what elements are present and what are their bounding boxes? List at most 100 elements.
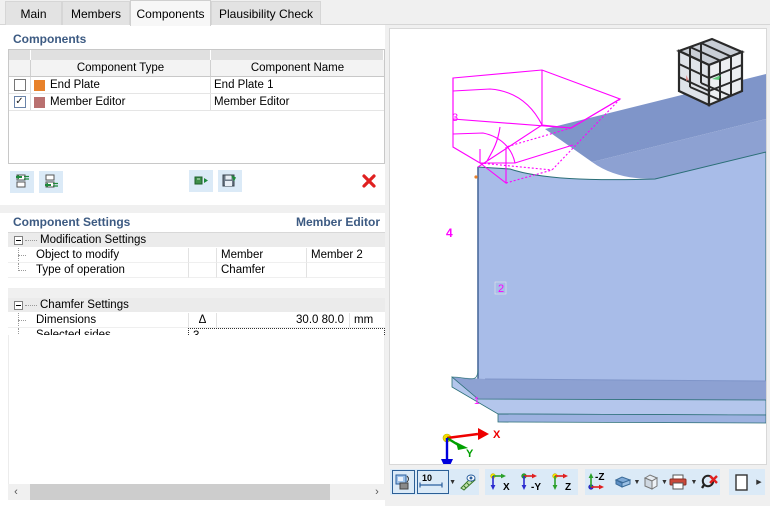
cell-component-type[interactable]: End Plate [31, 77, 211, 93]
component-settings-title: Component Settings [13, 214, 131, 229]
svg-text:-Y: -Y [531, 482, 541, 493]
coordinate-axes-indicator: X Y [441, 428, 501, 464]
view-cube-gizmo[interactable] [676, 37, 745, 107]
save-icon [222, 174, 236, 187]
display-properties-caret[interactable]: ▼ [634, 470, 641, 494]
view-in-z-button[interactable]: Z [547, 470, 578, 494]
insert-below-icon [45, 174, 58, 188]
tab-plausibility-check[interactable]: Plausibility Check [211, 1, 321, 25]
node-label-2: 2 [498, 283, 504, 295]
panel-toggle-icon [734, 473, 748, 491]
toggle-panel-button[interactable] [729, 470, 755, 494]
column-header-component-name[interactable]: Component Name [211, 60, 384, 77]
toggle-panel-caret[interactable]: ▶ [755, 470, 763, 494]
components-table-empty-area[interactable] [9, 111, 384, 163]
insert-component-before-button[interactable] [10, 171, 34, 193]
table-row[interactable]: ✓ Member Editor Member Editor [9, 94, 384, 111]
render-mode-button[interactable] [392, 470, 416, 494]
cell-component-name[interactable]: End Plate 1 [211, 77, 384, 93]
svg-text:Z: Z [565, 482, 571, 493]
scale-10-icon: 10 [419, 473, 443, 488]
tab-main[interactable]: Main [5, 1, 62, 25]
row-symbol-delta: Δ [188, 313, 216, 328]
tree-dots [25, 239, 37, 241]
left-panel: Components Component Type Component Name [0, 25, 385, 506]
view-in-x-button[interactable]: X [485, 470, 516, 494]
row-value-dimensions[interactable]: 30.0 80.0 [216, 313, 349, 328]
collapse-expander-icon[interactable] [14, 300, 23, 310]
components-section-title: Components [13, 31, 87, 46]
color-swatch-icon [34, 79, 45, 91]
view-in-negative-y-button[interactable]: -Y [516, 470, 547, 494]
group-header-cell-2 [211, 50, 384, 60]
settings-row-object-to-modify[interactable]: Object to modify Member Member 2 [8, 248, 385, 263]
scroll-right-arrow-icon[interactable]: › [369, 484, 385, 500]
print-caret[interactable]: ▼ [688, 470, 699, 494]
cube-wire-icon [643, 474, 658, 490]
member-web-face [477, 151, 766, 401]
settings-row-dimensions[interactable]: Dimensions Δ 30.0 80.0 mm [8, 313, 385, 328]
measure-button[interactable] [456, 470, 479, 494]
column-header-component-type[interactable]: Component Type [31, 60, 211, 77]
insert-component-after-button[interactable] [39, 171, 63, 193]
column-header-checkbox[interactable] [9, 60, 31, 77]
3d-model-scene: 3 4 2 1 X Y [441, 37, 766, 464]
row-checkbox-cell[interactable] [9, 77, 31, 93]
checkbox-member-editor[interactable]: ✓ [13, 96, 26, 108]
collapse-expander-icon[interactable] [14, 235, 23, 245]
row-label: Object to modify [36, 249, 120, 261]
row-symbol-cell [188, 248, 216, 263]
component-settings-header: Component Settings Member Editor [8, 213, 385, 230]
clear-selection-button[interactable] [699, 470, 720, 494]
svg-text:10: 10 [422, 473, 432, 483]
tab-members[interactable]: Members [62, 1, 130, 25]
axis-x-icon: X [489, 473, 510, 493]
component-type-label: Member Editor [50, 96, 126, 108]
3d-viewport[interactable]: 3 4 2 1 X Y [389, 28, 767, 465]
printer-icon [669, 474, 687, 490]
wireframe-view-button[interactable] [640, 470, 661, 494]
component-type-label: End Plate [50, 79, 100, 91]
row-label-cell: Dimensions [8, 313, 188, 328]
table-row[interactable]: End Plate End Plate 1 [9, 77, 384, 94]
row-value-empty[interactable] [306, 263, 385, 278]
zoom-scale-button[interactable]: 10 [417, 470, 450, 494]
viewport-toolbar: 10 ▼ X -Y Z -Z ▼ ▼ ▼ ▶ [389, 466, 767, 498]
layers-icon [615, 476, 632, 488]
display-properties-button[interactable] [613, 470, 634, 494]
row-checkbox-cell[interactable]: ✓ [9, 94, 31, 110]
row-value-operation[interactable]: Chamfer [216, 263, 306, 278]
delete-component-button[interactable] [357, 170, 381, 192]
row-value-object-type[interactable]: Member [216, 248, 306, 263]
settings-group-chamfer[interactable]: Chamfer Settings [8, 298, 385, 313]
checkbox-end-plate[interactable] [13, 79, 26, 91]
axis-label-y: Y [466, 448, 474, 460]
horizontal-scrollbar[interactable]: ‹ › [8, 484, 385, 500]
import-component-button[interactable] [189, 170, 213, 192]
settings-empty-area[interactable] [8, 335, 385, 495]
row-label: Type of operation [36, 264, 125, 276]
scroll-left-arrow-icon[interactable]: ‹ [8, 484, 24, 500]
axis-neg-z-icon: -Z [588, 472, 604, 490]
view-in-negative-z-button[interactable]: -Z [585, 470, 613, 494]
bottom-fillet-curve [451, 368, 479, 380]
row-value-object-name[interactable]: Member 2 [306, 248, 385, 263]
tab-components[interactable]: Components [130, 0, 211, 26]
settings-row-type-of-operation[interactable]: Type of operation Chamfer [8, 263, 385, 278]
color-swatch-icon [34, 96, 45, 108]
cell-component-name[interactable]: Member Editor [211, 94, 384, 110]
viewport-toolbar-group-display: 10 ▼ [390, 469, 479, 495]
settings-group-label: Chamfer Settings [40, 299, 129, 311]
wireframe-view-caret[interactable]: ▼ [661, 470, 668, 494]
row-label-cell: Object to modify [8, 248, 188, 263]
components-section-header: Components [8, 30, 385, 47]
zoom-scale-caret[interactable]: ▼ [449, 470, 456, 494]
viewport-toolbar-group-tools: -Z ▼ ▼ ▼ [585, 469, 720, 495]
print-button[interactable] [668, 470, 689, 494]
scrollbar-thumb[interactable] [30, 484, 330, 500]
tree-branch-icon [8, 313, 36, 327]
settings-group-modification[interactable]: Modification Settings [8, 233, 385, 248]
row-unit-dimensions[interactable]: mm [349, 313, 385, 328]
save-component-button[interactable] [218, 170, 242, 192]
cell-component-type[interactable]: Member Editor [31, 94, 211, 110]
